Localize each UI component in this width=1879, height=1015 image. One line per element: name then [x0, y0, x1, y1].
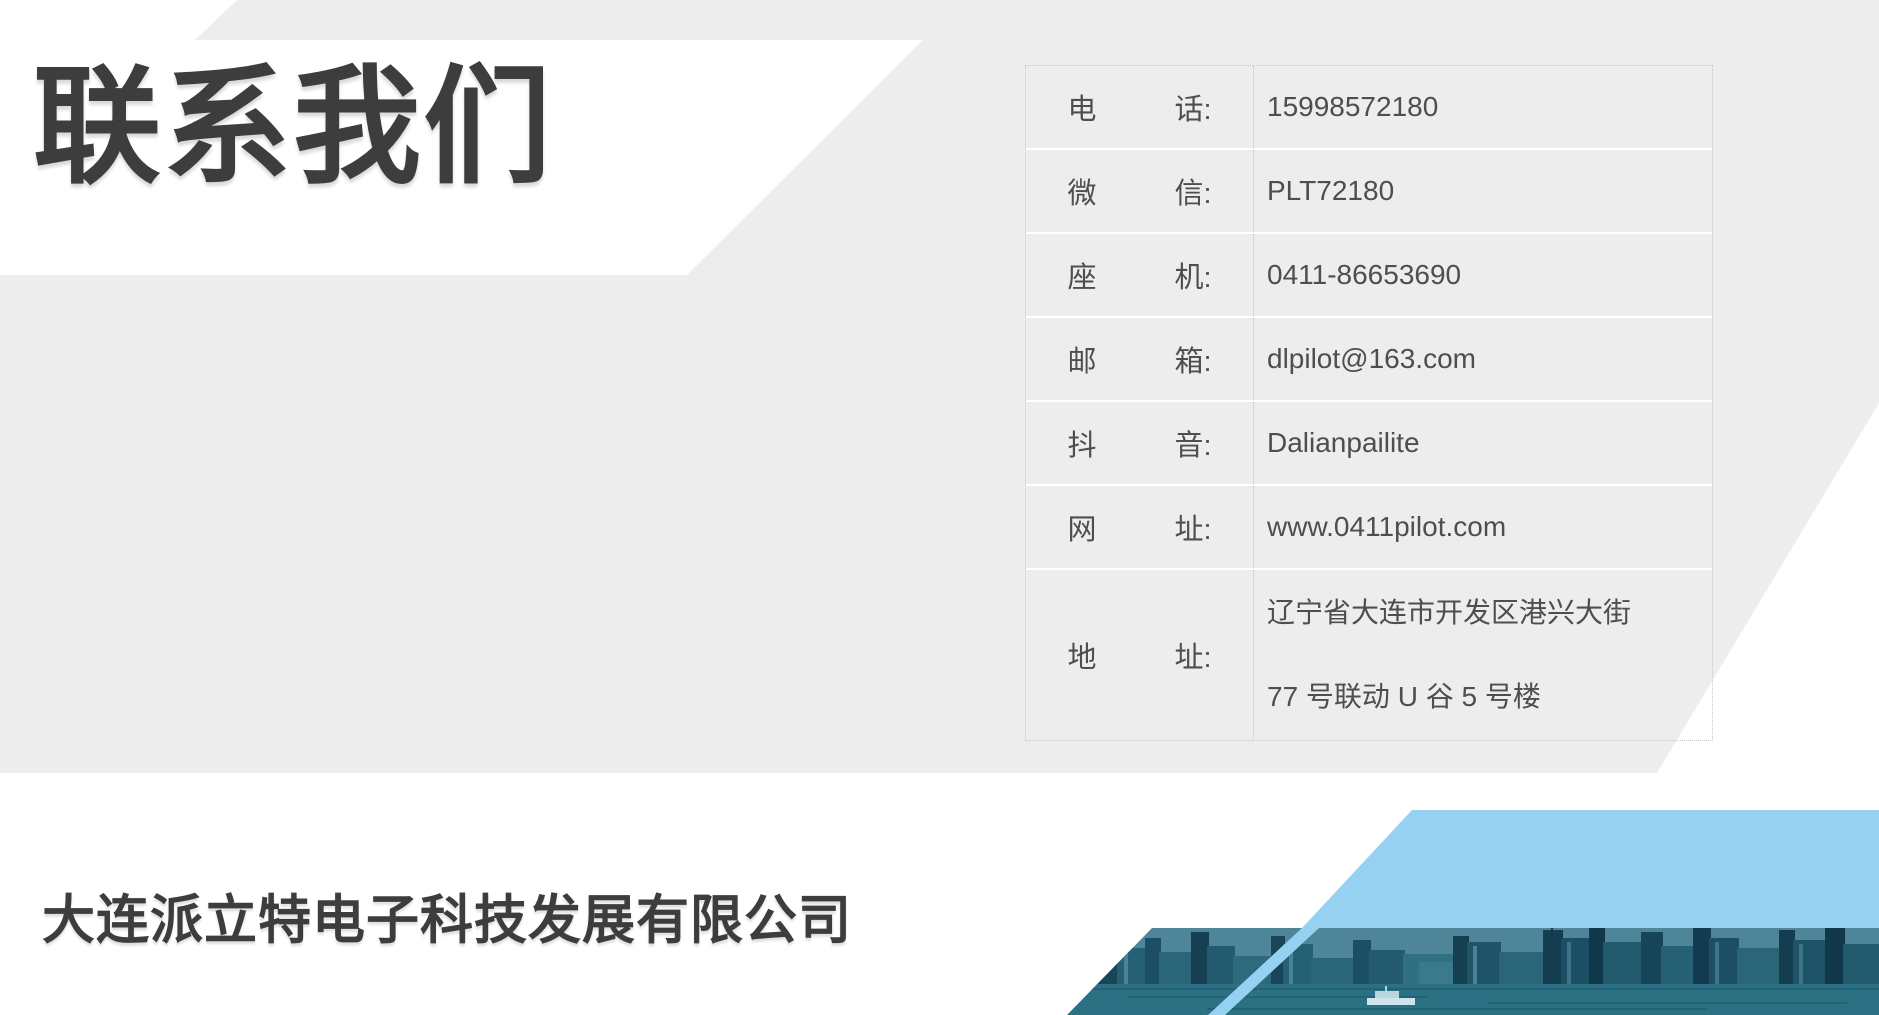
phone-value: 15998572180	[1254, 66, 1712, 148]
label-char: 座	[1068, 254, 1097, 296]
phone-label: 电 话:	[1026, 66, 1254, 148]
table-row-website: 网 址: www.0411pilot.com	[1026, 486, 1712, 570]
label-char: 邮	[1068, 338, 1097, 380]
contact-slide: 联系我们 电 话: 15998572180 微 信: PLT72180	[0, 0, 1879, 1015]
address-label: 地 址:	[1026, 570, 1254, 740]
page-title: 联系我们	[33, 48, 893, 208]
label-char: 机:	[1174, 254, 1211, 296]
douyin-label: 抖 音:	[1026, 402, 1254, 484]
address-line-1: 辽宁省大连市开发区港兴大街	[1267, 596, 1631, 630]
label-char: 地	[1068, 634, 1097, 676]
label-char: 信:	[1174, 170, 1211, 212]
table-row-wechat: 微 信: PLT72180	[1026, 150, 1712, 234]
email-label: 邮 箱:	[1026, 318, 1254, 400]
label-char: 箱:	[1174, 338, 1211, 380]
label-char: 音:	[1174, 422, 1211, 464]
label-char: 网	[1068, 506, 1097, 548]
website-label: 网 址:	[1026, 486, 1254, 568]
douyin-value: Dalianpailite	[1254, 402, 1712, 484]
company-name: 大连派立特电子科技发展有限公司	[42, 878, 852, 954]
wechat-label: 微 信:	[1026, 150, 1254, 232]
label-char: 址:	[1174, 506, 1211, 548]
wechat-value: PLT72180	[1254, 150, 1712, 232]
landline-label: 座 机:	[1026, 234, 1254, 316]
label-char: 微	[1068, 170, 1097, 212]
label-char: 址:	[1174, 634, 1211, 676]
table-row-phone: 电 话: 15998572180	[1026, 66, 1712, 150]
address-line-2: 77 号联动 U 谷 5 号楼	[1267, 680, 1541, 714]
address-value: 辽宁省大连市开发区港兴大街 77 号联动 U 谷 5 号楼	[1254, 570, 1712, 740]
landline-value: 0411-86653690	[1254, 234, 1712, 316]
contact-info-table: 电 话: 15998572180 微 信: PLT72180 座 机:	[1025, 65, 1713, 741]
label-char: 抖	[1068, 422, 1097, 464]
accent-parallelogram	[1302, 810, 1879, 928]
city-skyline-photo	[1067, 928, 1879, 1015]
website-value: www.0411pilot.com	[1254, 486, 1712, 568]
table-row-email: 邮 箱: dlpilot@163.com	[1026, 318, 1712, 402]
table-row-landline: 座 机: 0411-86653690	[1026, 234, 1712, 318]
table-row-douyin: 抖 音: Dalianpailite	[1026, 402, 1712, 486]
email-value: dlpilot@163.com	[1254, 318, 1712, 400]
table-row-address: 地 址: 辽宁省大连市开发区港兴大街 77 号联动 U 谷 5 号楼	[1026, 570, 1712, 740]
label-char: 电	[1068, 86, 1097, 128]
label-char: 话:	[1174, 86, 1211, 128]
